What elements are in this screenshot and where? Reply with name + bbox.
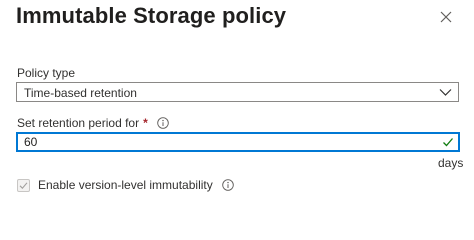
close-icon bbox=[440, 11, 452, 23]
policy-type-label: Policy type bbox=[17, 66, 75, 80]
info-icon[interactable] bbox=[221, 179, 234, 191]
retention-unit-label: days bbox=[438, 156, 464, 170]
policy-type-label-text: Policy type bbox=[17, 66, 76, 80]
version-immutability-row: Enable version-level immutability bbox=[17, 178, 234, 192]
retention-period-input[interactable]: 60 bbox=[16, 132, 460, 152]
retention-period-label: Set retention period for * bbox=[17, 116, 169, 130]
retention-period-label-text: Set retention period for bbox=[17, 116, 140, 130]
version-immutability-checkbox[interactable] bbox=[17, 178, 30, 192]
immutable-storage-policy-panel: Immutable Storage policy Policy type Tim… bbox=[0, 0, 474, 210]
close-button[interactable] bbox=[436, 7, 456, 27]
info-icon[interactable] bbox=[156, 117, 169, 129]
required-marker: * bbox=[143, 116, 148, 130]
checkmark-icon bbox=[19, 181, 28, 189]
policy-type-selected-value: Time-based retention bbox=[24, 86, 137, 100]
retention-period-value: 60 bbox=[24, 135, 38, 149]
checkmark-icon bbox=[443, 138, 453, 147]
version-immutability-label: Enable version-level immutability bbox=[38, 178, 213, 192]
policy-type-dropdown[interactable]: Time-based retention bbox=[16, 82, 459, 102]
panel-title: Immutable Storage policy bbox=[16, 3, 287, 28]
chevron-down-icon bbox=[439, 89, 452, 96]
